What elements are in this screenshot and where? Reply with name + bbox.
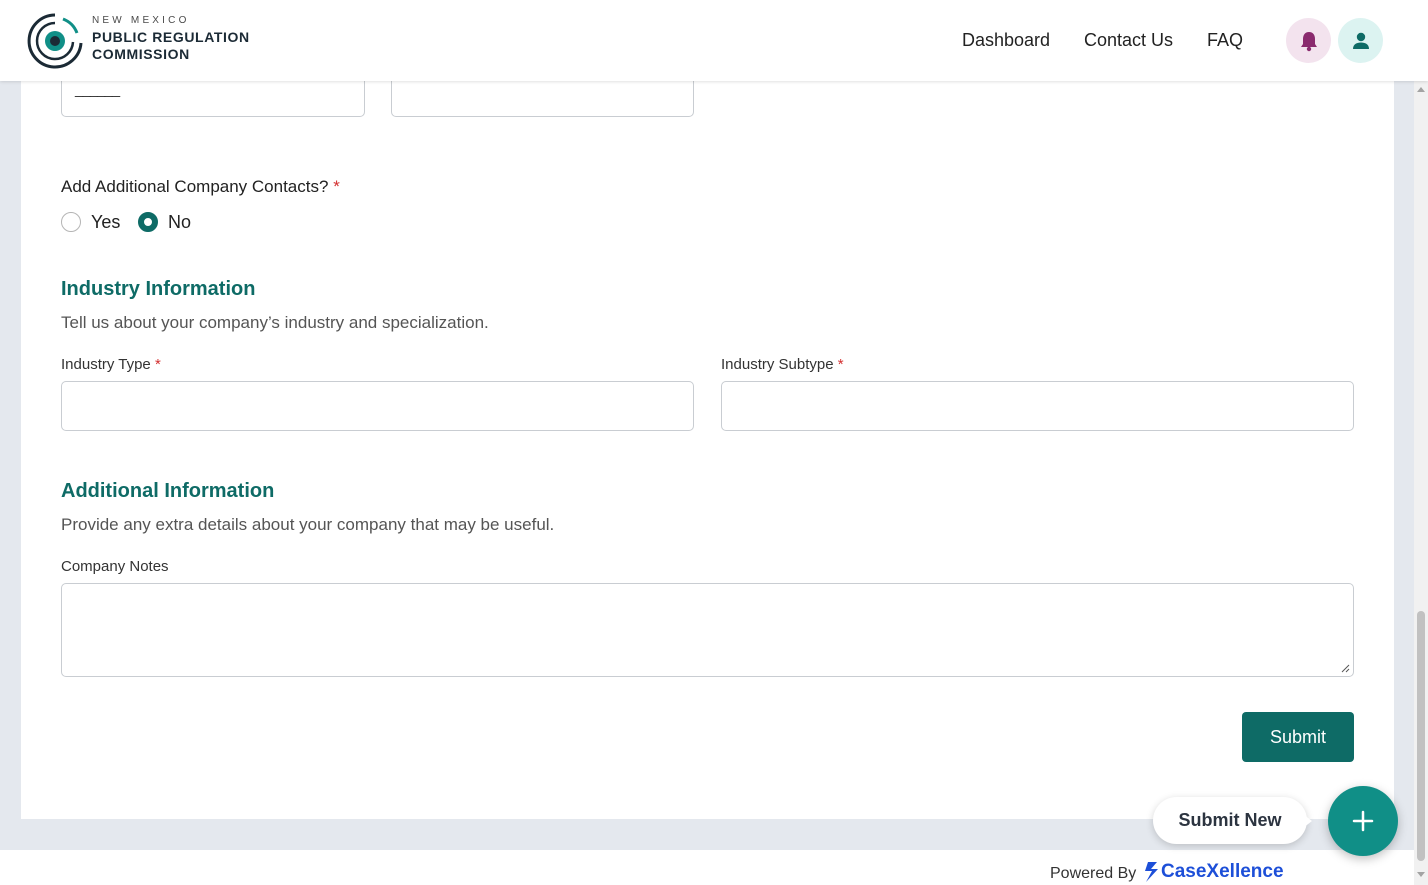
form-card bbox=[21, 60, 1394, 819]
nav-dashboard[interactable]: Dashboard bbox=[962, 30, 1050, 51]
brand-name: NEW MEXICO PUBLIC REGULATION COMMISSION bbox=[92, 15, 250, 62]
powered-by-text: Powered By bbox=[1050, 865, 1137, 882]
casexellence-logo[interactable]: CaseXellence bbox=[1144, 861, 1284, 883]
company-notes-textarea[interactable] bbox=[61, 583, 1354, 677]
casexellence-text: CaseXellence bbox=[1161, 861, 1284, 882]
scrollbar-thumb[interactable] bbox=[1417, 611, 1425, 861]
scroll-down-arrow-icon[interactable] bbox=[1417, 872, 1425, 877]
nav-contact-us[interactable]: Contact Us bbox=[1084, 30, 1173, 51]
page-footer: Powered By CaseXellence bbox=[0, 850, 1414, 885]
industry-subtype-label: Industry Subtype * bbox=[721, 356, 844, 373]
casexellence-s-icon bbox=[1145, 862, 1158, 882]
required-mark: * bbox=[837, 356, 844, 373]
additional-section-description: Provide any extra details about your com… bbox=[61, 515, 555, 534]
required-mark: * bbox=[154, 356, 161, 373]
user-profile-button[interactable] bbox=[1338, 18, 1383, 63]
industry-section-title: Industry Information bbox=[61, 278, 256, 300]
industry-section-description: Tell us about your company’s industry an… bbox=[61, 313, 489, 332]
company-notes-label: Company Notes bbox=[61, 558, 169, 575]
radio-yes[interactable] bbox=[61, 212, 81, 232]
add-new-fab-button[interactable] bbox=[1328, 786, 1398, 856]
contacts-question-text: Add Additional Company Contacts? bbox=[61, 177, 329, 196]
radio-no-label[interactable]: No bbox=[168, 212, 191, 233]
prc-logo-icon[interactable] bbox=[25, 11, 85, 71]
industry-subtype-select[interactable] bbox=[721, 381, 1354, 431]
plus-icon bbox=[1352, 810, 1374, 832]
radio-no[interactable] bbox=[138, 212, 158, 232]
user-icon bbox=[1352, 32, 1369, 49]
industry-subtype-label-text: Industry Subtype bbox=[721, 356, 834, 373]
submit-button[interactable]: Submit bbox=[1242, 712, 1354, 762]
brand-line-3: COMMISSION bbox=[92, 46, 190, 62]
tooltip-pointer bbox=[1303, 814, 1312, 828]
top-header: NEW MEXICO PUBLIC REGULATION COMMISSION … bbox=[0, 0, 1428, 81]
contacts-question-label: Add Additional Company Contacts? * bbox=[61, 177, 340, 197]
top-field-1-value: ______ bbox=[75, 81, 120, 98]
bell-icon bbox=[1300, 31, 1317, 51]
submit-new-tooltip[interactable]: Submit New bbox=[1153, 797, 1307, 844]
resize-handle-icon[interactable] bbox=[1340, 663, 1350, 673]
radio-yes-label[interactable]: Yes bbox=[91, 212, 120, 233]
additional-section-title: Additional Information bbox=[61, 480, 275, 502]
brand-line-1: NEW MEXICO bbox=[92, 15, 190, 26]
required-mark: * bbox=[333, 177, 340, 196]
industry-type-label-text: Industry Type bbox=[61, 356, 151, 373]
industry-type-label: Industry Type * bbox=[61, 356, 161, 373]
industry-type-select[interactable] bbox=[61, 381, 694, 431]
nav-faq[interactable]: FAQ bbox=[1207, 30, 1243, 51]
notifications-button[interactable] bbox=[1286, 18, 1331, 63]
brand-line-2: PUBLIC REGULATION bbox=[92, 29, 250, 45]
scroll-up-arrow-icon[interactable] bbox=[1417, 87, 1425, 92]
page-scrollbar[interactable] bbox=[1414, 81, 1428, 885]
